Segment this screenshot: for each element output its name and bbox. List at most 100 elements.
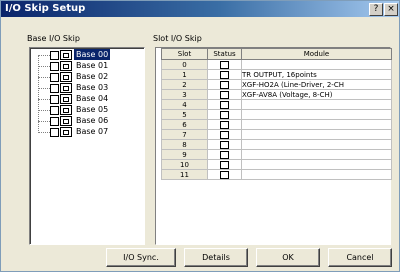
skip-checkbox[interactable] xyxy=(50,106,59,115)
module-cell xyxy=(241,149,392,160)
tree-item-label: Base 05 xyxy=(76,105,109,114)
module-base-icon xyxy=(60,50,72,60)
status-cell[interactable] xyxy=(207,139,242,150)
module-cell xyxy=(241,59,392,70)
table-row[interactable]: 2 XGF-HO2A (Line-Driver, 2-CH xyxy=(161,79,392,90)
status-cell[interactable] xyxy=(207,129,242,140)
column-header-module[interactable]: Module xyxy=(241,48,392,60)
module-base-icon xyxy=(60,127,72,137)
skip-checkbox[interactable] xyxy=(50,84,59,93)
module-cell: XGF-AV8A (Voltage, 8-CH) xyxy=(241,89,392,100)
status-cell[interactable] xyxy=(207,149,242,160)
skip-status-checkbox[interactable] xyxy=(220,160,229,169)
module-cell xyxy=(241,139,392,150)
status-cell[interactable] xyxy=(207,169,242,180)
tree-item-label: Base 04 xyxy=(76,94,109,103)
status-cell[interactable] xyxy=(207,79,242,90)
tree-item-label: Base 07 xyxy=(76,127,109,136)
cancel-button[interactable]: Cancel xyxy=(328,248,392,267)
skip-checkbox[interactable] xyxy=(50,128,59,137)
skip-checkbox[interactable] xyxy=(50,117,59,126)
skip-status-checkbox[interactable] xyxy=(220,60,229,69)
title-bar[interactable]: I/O Skip Setup ? × xyxy=(1,1,399,17)
module-cell: TR OUTPUT, 16points xyxy=(241,69,392,80)
skip-checkbox[interactable] xyxy=(50,73,59,82)
tree-item-label: Base 02 xyxy=(76,72,109,81)
status-cell[interactable] xyxy=(207,69,242,80)
tree-connector-line xyxy=(38,77,50,78)
base-io-skip-label: Base I/O Skip xyxy=(27,34,80,43)
column-header-status[interactable]: Status xyxy=(207,48,242,60)
module-cell: XGF-HO2A (Line-Driver, 2-CH xyxy=(241,79,392,90)
module-base-icon xyxy=(60,83,72,93)
close-button[interactable]: × xyxy=(384,3,398,16)
table-row[interactable]: 4 xyxy=(161,99,392,110)
skip-status-checkbox[interactable] xyxy=(220,120,229,129)
table-row[interactable]: 10 xyxy=(161,159,392,170)
skip-checkbox[interactable] xyxy=(50,95,59,104)
table-row[interactable]: 6 xyxy=(161,119,392,130)
module-cell xyxy=(241,159,392,170)
module-cell xyxy=(241,169,392,180)
status-cell[interactable] xyxy=(207,89,242,100)
tree-item-label: Base 00 xyxy=(74,49,111,60)
module-base-icon xyxy=(60,61,72,71)
status-cell[interactable] xyxy=(207,109,242,120)
base-tree[interactable]: Base 00 Base 01 Base 02 Base 03 Base 04 Base … xyxy=(29,47,145,245)
module-cell xyxy=(241,129,392,140)
skip-status-checkbox[interactable] xyxy=(220,70,229,79)
skip-status-checkbox[interactable] xyxy=(220,150,229,159)
table-row[interactable]: 1 TR OUTPUT, 16points xyxy=(161,69,392,80)
module-cell xyxy=(241,99,392,110)
tree-connector-line xyxy=(38,99,50,100)
io-skip-setup-dialog: I/O Skip Setup ? × Base I/O Skip Slot I/… xyxy=(0,0,400,272)
window-title: I/O Skip Setup xyxy=(5,3,86,14)
skip-checkbox[interactable] xyxy=(50,51,59,60)
table-row[interactable]: 7 xyxy=(161,129,392,140)
skip-status-checkbox[interactable] xyxy=(220,100,229,109)
tree-connector-line xyxy=(38,88,50,89)
module-base-icon xyxy=(60,116,72,126)
skip-status-checkbox[interactable] xyxy=(220,140,229,149)
skip-status-checkbox[interactable] xyxy=(220,110,229,119)
tree-item-label: Base 01 xyxy=(76,61,109,70)
module-base-icon xyxy=(60,94,72,104)
module-base-icon xyxy=(60,105,72,115)
skip-status-checkbox[interactable] xyxy=(220,80,229,89)
tree-item-base-07[interactable]: Base 07 xyxy=(30,127,140,138)
slot-number-cell: 7 xyxy=(161,129,208,140)
module-base-icon xyxy=(60,72,72,82)
table-row[interactable]: 8 xyxy=(161,139,392,150)
tree-connector-line xyxy=(38,121,50,122)
table-row[interactable]: 11 xyxy=(161,169,392,180)
slot-number-cell: 11 xyxy=(161,169,208,180)
table-row[interactable]: 3 XGF-AV8A (Voltage, 8-CH) xyxy=(161,89,392,100)
status-cell[interactable] xyxy=(207,159,242,170)
tree-connector-line xyxy=(38,110,50,111)
column-header-slot[interactable]: Slot xyxy=(161,48,208,60)
slot-number-cell: 3 xyxy=(161,89,208,100)
status-cell[interactable] xyxy=(207,119,242,130)
table-row[interactable]: 9 xyxy=(161,149,392,160)
status-cell[interactable] xyxy=(207,59,242,70)
skip-status-checkbox[interactable] xyxy=(220,90,229,99)
status-cell[interactable] xyxy=(207,99,242,110)
ok-button[interactable]: OK xyxy=(256,248,320,267)
slot-number-cell: 5 xyxy=(161,109,208,120)
io-sync-button[interactable]: I/O Sync. xyxy=(106,248,176,267)
skip-status-checkbox[interactable] xyxy=(220,130,229,139)
details-button[interactable]: Details xyxy=(184,248,248,267)
slot-number-cell: 4 xyxy=(161,99,208,110)
skip-checkbox[interactable] xyxy=(50,62,59,71)
slot-number-cell: 0 xyxy=(161,59,208,70)
table-row[interactable]: 0 xyxy=(161,59,392,70)
tree-connector-line xyxy=(38,55,50,56)
tree-connector-line xyxy=(38,132,50,133)
tree-connector-line xyxy=(38,66,50,67)
slot-io-skip-label: Slot I/O Skip xyxy=(153,34,202,43)
skip-status-checkbox[interactable] xyxy=(220,170,229,179)
table-row[interactable]: 5 xyxy=(161,109,392,120)
help-button[interactable]: ? xyxy=(369,3,383,16)
tree-item-label: Base 06 xyxy=(76,116,109,125)
slot-number-cell: 9 xyxy=(161,149,208,160)
